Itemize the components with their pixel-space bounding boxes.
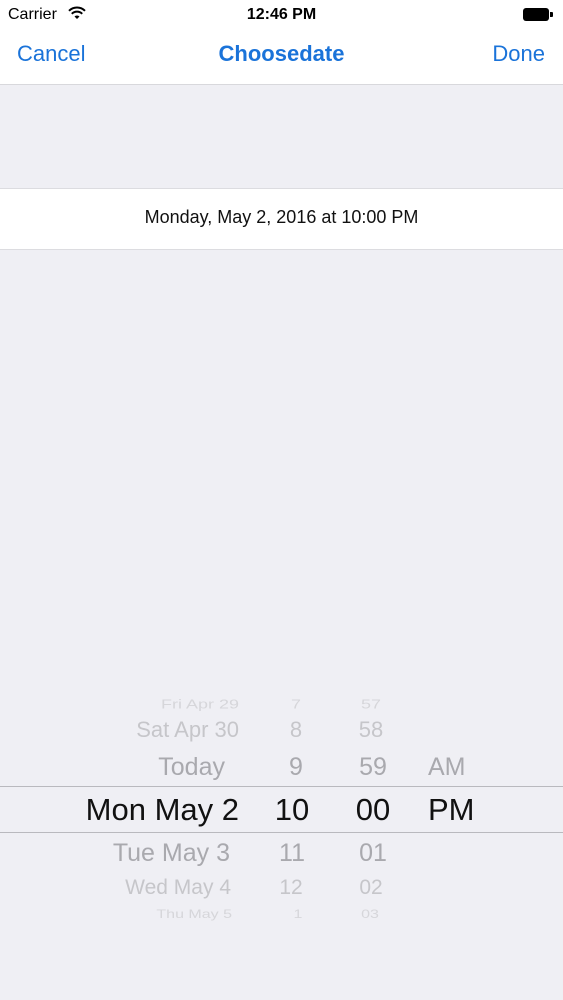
picker-minute-item[interactable]: 58 xyxy=(341,717,401,743)
done-button[interactable]: Done xyxy=(492,41,545,67)
picker-hour-item[interactable]: 11 xyxy=(262,839,322,868)
picker-date-item[interactable]: Wed May 4 xyxy=(125,876,231,900)
picker-minute-item-selected[interactable]: 00 xyxy=(343,792,403,828)
picker-selection-top-line xyxy=(0,786,563,787)
picker-hour-item[interactable]: 1 xyxy=(268,908,328,922)
picker-minute-item[interactable]: 57 xyxy=(341,697,401,712)
picker-hour-item-selected[interactable]: 10 xyxy=(262,792,322,828)
status-bar: Carrier 12:46 PM xyxy=(0,0,563,30)
picker-ampm-item[interactable]: AM xyxy=(428,753,466,782)
picker-minute-item[interactable]: 03 xyxy=(340,908,400,922)
picker-date-item-selected[interactable]: Mon May 2 xyxy=(86,792,239,828)
picker-minute-item[interactable]: 59 xyxy=(343,753,403,782)
picker-minute-item[interactable]: 01 xyxy=(343,839,403,868)
picker-date-item[interactable]: Fri Apr 29 xyxy=(161,697,239,712)
selected-date-row: Monday, May 2, 2016 at 10:00 PM xyxy=(0,188,563,250)
picker-hour-item[interactable]: 12 xyxy=(261,876,321,900)
picker-hour-item[interactable]: 8 xyxy=(266,717,326,743)
picker-hour-item[interactable]: 9 xyxy=(266,753,326,782)
battery-icon xyxy=(523,8,553,21)
picker-date-item[interactable]: Sat Apr 30 xyxy=(136,717,239,743)
picker-date-item[interactable]: Today xyxy=(158,753,225,782)
status-time: 12:46 PM xyxy=(246,6,317,23)
page-title: Choosedate xyxy=(218,41,345,66)
picker-date-item[interactable]: Tue May 3 xyxy=(113,839,230,868)
navigation-header: Carrier 12:46 PM Cancel Choosedate Done xyxy=(0,0,563,85)
picker-ampm-item-selected[interactable]: PM xyxy=(428,792,475,828)
picker-hour-item[interactable]: 7 xyxy=(266,697,326,712)
picker-minute-item[interactable]: 02 xyxy=(341,876,401,900)
picker-date-item[interactable]: Thu May 5 xyxy=(156,908,232,922)
picker-selection-bottom-line xyxy=(0,832,563,833)
selected-date-text: Monday, May 2, 2016 at 10:00 PM xyxy=(144,207,419,227)
